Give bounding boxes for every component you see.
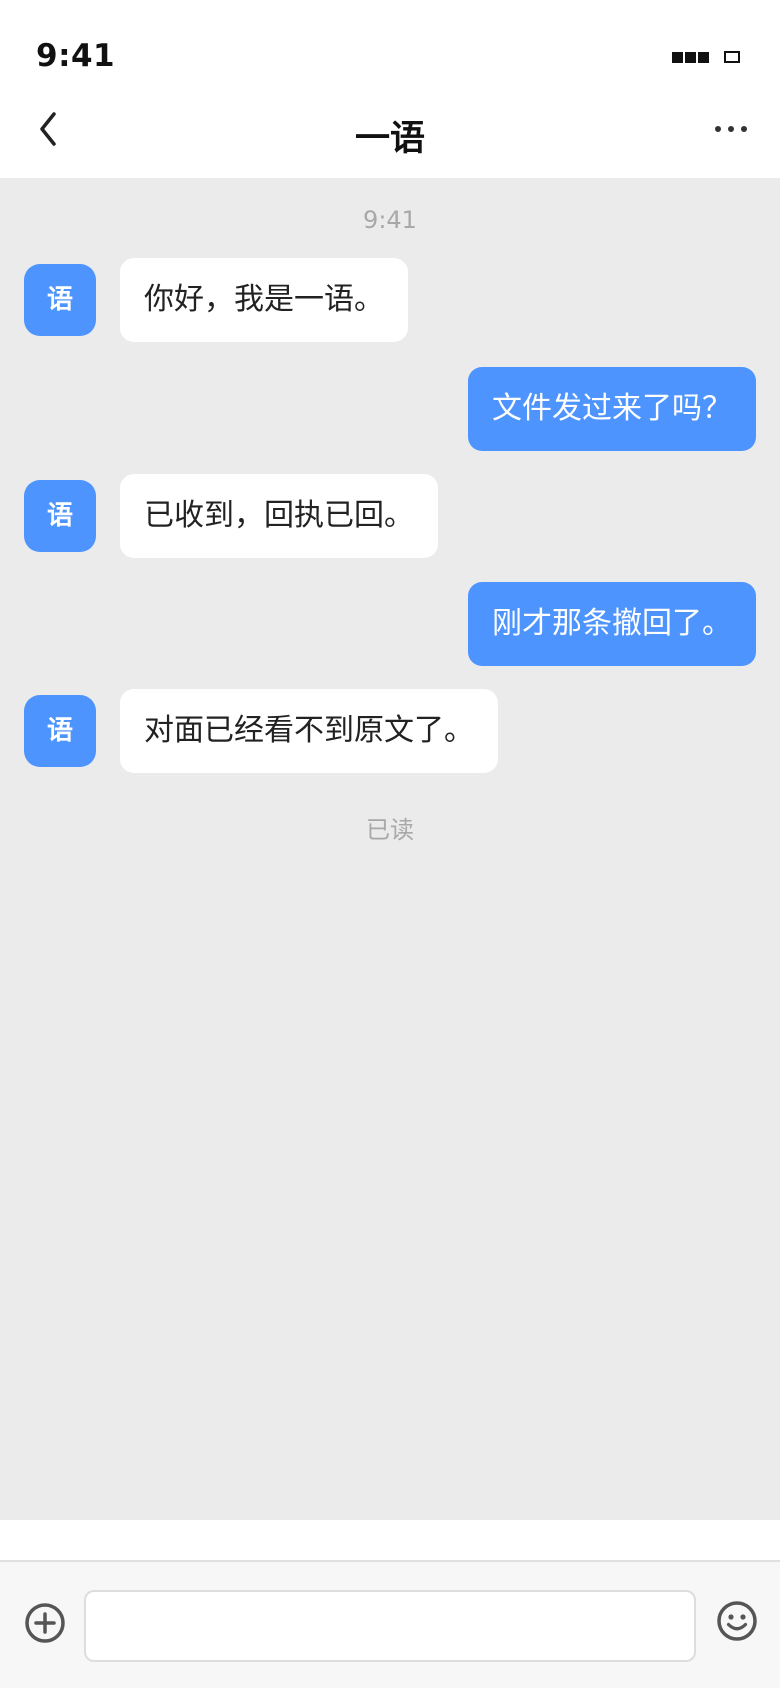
signal-icon (672, 52, 712, 65)
status-time: 9:41 (36, 38, 116, 74)
message-timestamp: 9:41 (363, 206, 417, 234)
chat-title: 一语 (354, 119, 425, 159)
chat-area[interactable]: 9:41 语 你好，我是一语。 文件发过来了吗？ 语 已收到，回执已回。 刚才那… (0, 178, 780, 1520)
message-bubble-incoming[interactable]: 你好，我是一语。 (120, 258, 408, 342)
more-button[interactable] (706, 104, 756, 154)
contact-avatar[interactable]: 语 (24, 264, 96, 336)
message-bubble-incoming[interactable]: 已收到，回执已回。 (120, 474, 438, 558)
message-bubble-outgoing[interactable]: 刚才那条撤回了。 (468, 582, 756, 666)
read-receipt: 已读 (366, 816, 414, 844)
status-bar: 9:41 (0, 0, 780, 90)
contact-avatar[interactable]: 语 (24, 480, 96, 552)
emoji-button[interactable] (714, 1598, 760, 1644)
nav-bar: 一语 (0, 90, 780, 178)
plus-circle-icon (25, 1603, 65, 1643)
message-bubble-outgoing[interactable]: 文件发过来了吗？ (468, 367, 756, 451)
input-bar (0, 1560, 780, 1688)
contact-avatar[interactable]: 语 (24, 695, 96, 767)
battery-icon (724, 51, 740, 63)
message-input[interactable] (84, 1590, 696, 1662)
attach-button[interactable] (22, 1600, 68, 1646)
more-icon (715, 126, 747, 132)
emoji-icon (717, 1601, 757, 1641)
message-bubble-incoming[interactable]: 对面已经看不到原文了。 (120, 689, 498, 773)
